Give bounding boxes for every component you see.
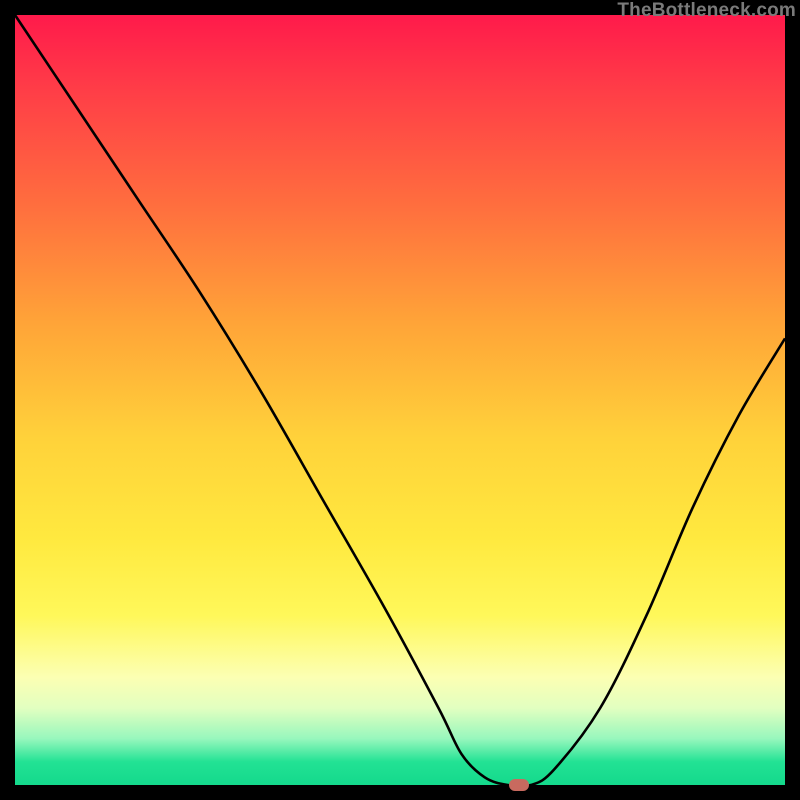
bottleneck-curve bbox=[15, 15, 785, 785]
curve-path bbox=[15, 15, 785, 785]
optimal-point-marker bbox=[509, 779, 529, 791]
watermark-label: TheBottleneck.com bbox=[617, 0, 796, 22]
chart-plot-area bbox=[15, 15, 785, 785]
chart-stage: TheBottleneck.com bbox=[0, 0, 800, 800]
